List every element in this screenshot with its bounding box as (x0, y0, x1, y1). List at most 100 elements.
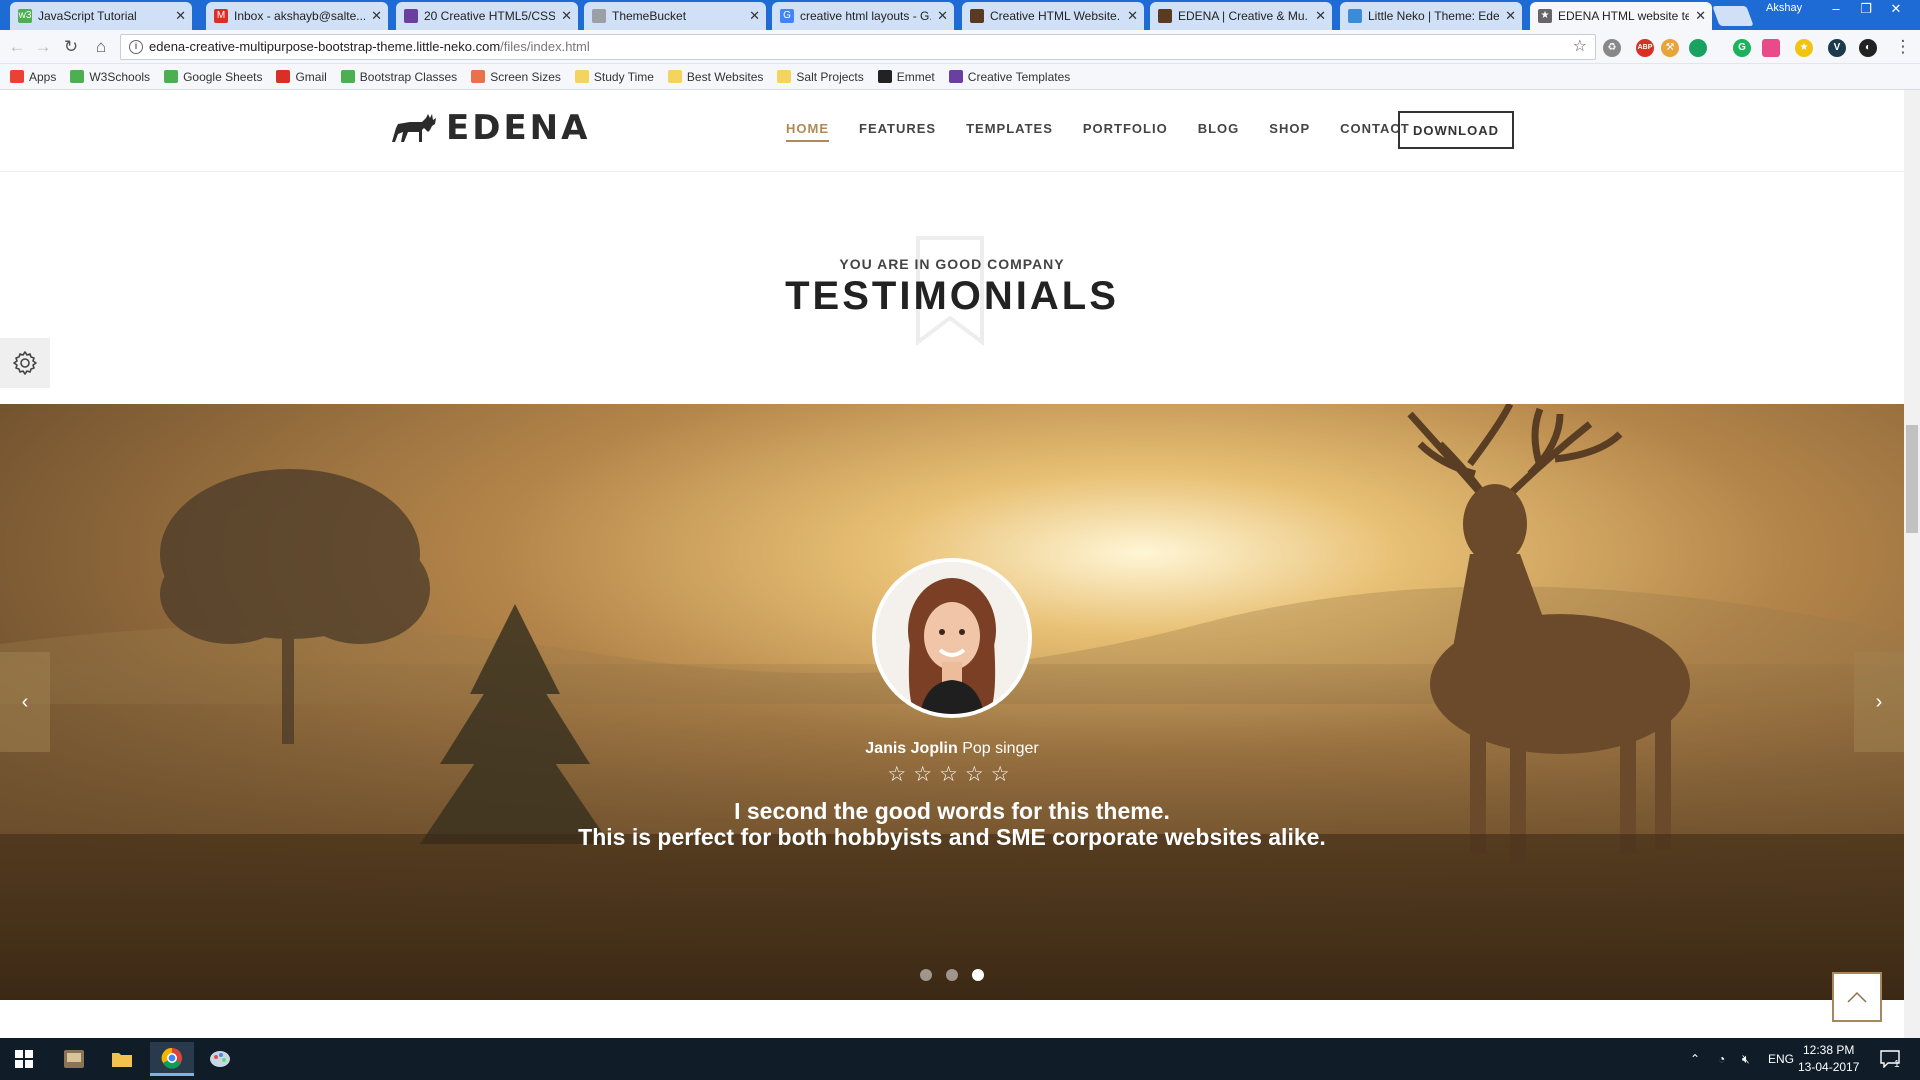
bookmark-item[interactable]: Best Websites (667, 70, 763, 84)
back-icon[interactable]: ← (6, 36, 28, 58)
color-extension-icon[interactable] (1762, 39, 1780, 57)
author-name: Janis Joplin (865, 740, 958, 757)
back-to-top-button[interactable] (1832, 972, 1882, 1022)
profile-name[interactable]: Akshay (1766, 2, 1802, 14)
browser-tab[interactable]: ★ EDENA HTML website te... ✕ (1530, 2, 1712, 30)
volume-muted-icon[interactable]: 🔇︎ (1742, 1038, 1750, 1080)
quote-line-1: I second the good words for this theme. (734, 798, 1170, 824)
nav-item-features[interactable]: FEATURES (859, 121, 936, 142)
scrollbar-thumb[interactable] (1906, 425, 1918, 533)
browser-tab[interactable]: ThemeBucket ✕ (584, 2, 766, 30)
site-logo[interactable]: EDENA (388, 108, 590, 148)
tab-title: JavaScript Tutorial (38, 9, 137, 23)
recycle-extension-icon[interactable]: ♻ (1603, 39, 1621, 57)
nav-item-templates[interactable]: TEMPLATES (966, 121, 1053, 142)
browser-tab[interactable]: M Inbox - akshayb@salte... ✕ (206, 2, 388, 30)
paint-app-icon[interactable] (198, 1042, 242, 1076)
network-icon[interactable]: ◔ (1718, 1038, 1725, 1080)
page-scrollbar[interactable] (1904, 90, 1920, 1038)
system-clock[interactable]: 12:38 PM 13-04-2017 (1798, 1042, 1859, 1076)
chrome-icon (161, 1047, 182, 1069)
browser-tab-strip: w3 JavaScript Tutorial ✕ M Inbox - akshayb@s… (0, 0, 1920, 30)
new-tab-button[interactable] (1712, 6, 1754, 26)
slider-dot[interactable] (920, 969, 932, 981)
address-bar[interactable]: i edena-creative-multipurpose-bootstrap-… (120, 34, 1596, 60)
info-icon[interactable]: i (129, 40, 143, 54)
close-tab-icon[interactable]: ✕ (1127, 8, 1138, 24)
grammarly-extension-icon[interactable]: G (1733, 39, 1751, 57)
next-slide-button[interactable]: › (1854, 652, 1904, 752)
bookmark-item[interactable]: Salt Projects (777, 70, 864, 84)
green-dot-extension-icon[interactable] (1689, 39, 1707, 57)
prev-slide-button[interactable]: ‹ (0, 652, 50, 752)
reload-icon[interactable]: ↻ (60, 36, 82, 58)
browser-tab[interactable]: w3 JavaScript Tutorial ✕ (10, 2, 192, 30)
bookmark-item[interactable]: Bootstrap Classes (340, 69, 458, 84)
settings-gear-button[interactable] (0, 338, 50, 388)
file-explorer-icon[interactable] (100, 1042, 144, 1076)
close-tab-icon[interactable]: ✕ (1505, 8, 1516, 24)
tab-favicon-icon (404, 9, 418, 23)
tool-extension-icon[interactable]: ⚒ (1661, 39, 1679, 57)
close-tab-icon[interactable]: ✕ (561, 8, 572, 24)
bookmark-label: Bootstrap Classes (359, 69, 458, 84)
close-tab-icon[interactable]: ✕ (937, 8, 948, 24)
close-tab-icon[interactable]: ✕ (1695, 8, 1706, 24)
media-icon (64, 1050, 84, 1068)
nav-item-home[interactable]: HOME (786, 121, 829, 142)
nav-item-blog[interactable]: BLOG (1198, 121, 1240, 142)
close-window-button[interactable]: ✕ (1882, 0, 1910, 20)
windows-taskbar: ⌃ ◔ 🔇︎ ENG 12:38 PM 13-04-2017 1 (0, 1038, 1920, 1080)
close-tab-icon[interactable]: ✕ (1315, 8, 1326, 24)
adblock-extension-icon[interactable]: ABP (1636, 39, 1654, 57)
download-button[interactable]: DOWNLOAD (1398, 111, 1514, 149)
bookmark-label: Google Sheets (183, 69, 263, 84)
close-tab-icon[interactable]: ✕ (175, 8, 186, 24)
chrome-taskbar-icon[interactable] (150, 1042, 194, 1076)
bookmark-item[interactable]: Emmet (877, 70, 935, 84)
v-extension-icon[interactable]: V (1828, 39, 1846, 57)
close-tab-icon[interactable]: ✕ (749, 8, 760, 24)
section-eyebrow: YOU ARE IN GOOD COMPANY (839, 256, 1065, 272)
palette-icon (210, 1051, 230, 1067)
star-extension-icon[interactable]: ★ (1795, 39, 1813, 57)
bookmark-item[interactable]: W3Schools (70, 70, 150, 84)
bookmark-icon (471, 70, 486, 83)
action-center-icon[interactable]: 1 (1880, 1038, 1900, 1080)
bookmark-item[interactable]: Gmail (276, 70, 327, 84)
slider-dot[interactable] (946, 969, 958, 981)
chrome-menu-icon[interactable]: ⋮ (1892, 36, 1914, 58)
bookmark-icon (10, 70, 24, 83)
browser-tab[interactable]: EDENA | Creative & Mu... ✕ (1150, 2, 1332, 30)
notification-count: 1 (1894, 1058, 1900, 1070)
browser-toolbar: ← → ↻ ⌂ i edena-creative-multipurpose-bo… (0, 30, 1920, 64)
windows-logo-icon (15, 1050, 33, 1068)
bookmark-item[interactable]: Creative Templates (948, 70, 1070, 84)
media-app-icon[interactable] (52, 1042, 96, 1076)
bookmark-label: Study Time (593, 69, 654, 84)
language-indicator[interactable]: ENG (1768, 1038, 1794, 1080)
maximize-button[interactable]: ❐ (1852, 0, 1880, 20)
browser-tab[interactable]: 20 Creative HTML5/CSS... ✕ (396, 2, 578, 30)
bookmark-item[interactable]: Study Time (574, 69, 654, 84)
minimize-button[interactable]: – (1822, 0, 1850, 20)
avatar (872, 558, 1032, 718)
nav-item-shop[interactable]: SHOP (1269, 121, 1310, 142)
home-icon[interactable]: ⌂ (90, 36, 112, 58)
browser-tab[interactable]: Little Neko | Theme: Ede... ✕ (1340, 2, 1522, 30)
nav-item-portfolio[interactable]: PORTFOLIO (1083, 121, 1168, 142)
forward-icon[interactable]: → (32, 36, 54, 58)
bookmark-item[interactable]: Apps (10, 70, 56, 84)
browser-tab[interactable]: Gcreative html layouts - G... ✕ (772, 2, 954, 30)
bookmark-star-icon[interactable]: ☆ (1573, 35, 1587, 59)
show-hidden-icons[interactable]: ⌃ (1690, 1038, 1700, 1080)
bookmark-item[interactable]: Screen Sizes (471, 70, 561, 84)
browser-tab[interactable]: Creative HTML Website... ✕ (962, 2, 1144, 30)
clock-time: 12:38 PM (1803, 1043, 1855, 1057)
page-viewport: EDENA HOME FEATURES TEMPLATES PORTFOLIO BLOG… (0, 90, 1904, 1038)
bookmark-item[interactable]: Google Sheets (164, 70, 262, 84)
dark-extension-icon[interactable]: ◐ (1859, 39, 1877, 57)
close-tab-icon[interactable]: ✕ (371, 8, 382, 24)
start-button[interactable] (2, 1042, 46, 1076)
slider-dot[interactable] (972, 969, 984, 981)
